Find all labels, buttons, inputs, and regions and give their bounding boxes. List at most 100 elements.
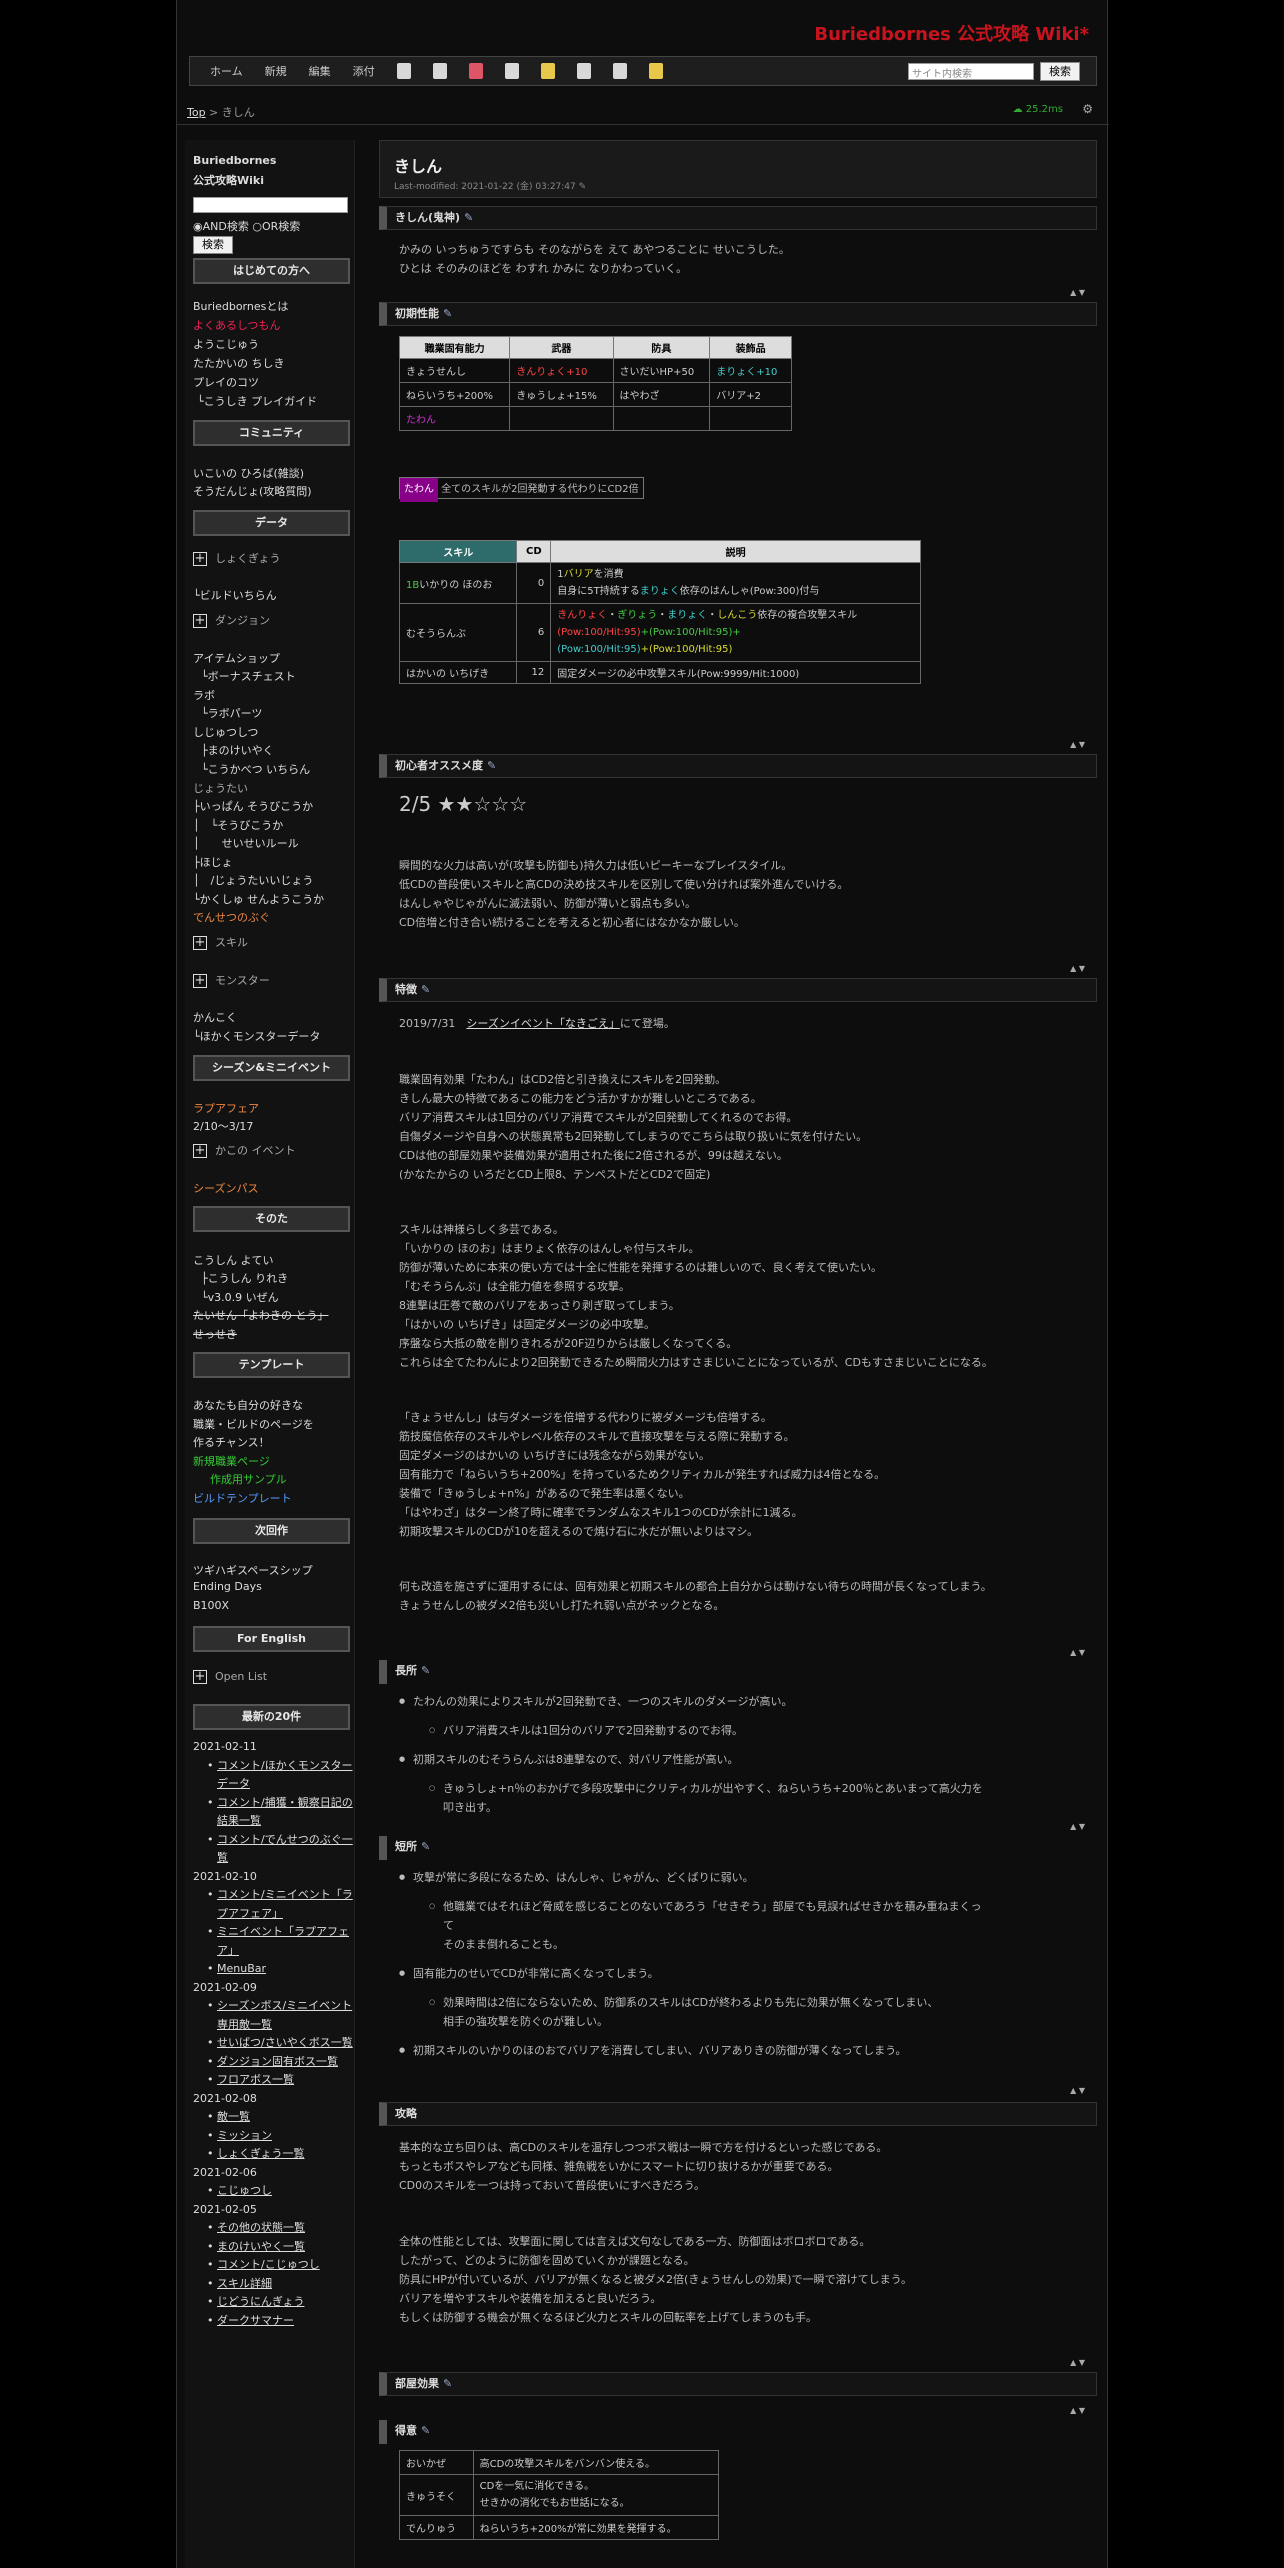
page-top-arrows[interactable]: ▲ ▼: [1070, 964, 1085, 973]
expand-monster[interactable]: + モンスター: [193, 972, 270, 988]
sidebar-link[interactable]: たいせん「よわきの とう」: [193, 1307, 329, 1323]
sidebar-link[interactable]: └v3.0.9 いぜん: [201, 1289, 279, 1305]
latest-item[interactable]: ダンジョン固有ボス一覧: [193, 2053, 353, 2072]
latest-item[interactable]: スキル詳細: [193, 2275, 353, 2294]
edit-icon[interactable]: ✎: [421, 1664, 430, 1677]
wiki-name-sub[interactable]: 公式攻略Wiki: [193, 172, 264, 188]
site-search-button[interactable]: 検索: [1040, 62, 1080, 81]
sidebar-link[interactable]: └ほかくモンスターデータ: [193, 1028, 320, 1044]
sidebar-link[interactable]: Buriedbornesとは: [193, 298, 288, 314]
sidebar-link[interactable]: 作成用サンプル: [199, 1471, 287, 1487]
and-radio[interactable]: ◉: [193, 220, 203, 233]
sidebar-link[interactable]: こうしん よてい: [193, 1252, 274, 1268]
sidebar-link[interactable]: そうだんじょ(攻略質問): [193, 483, 312, 499]
latest-item[interactable]: コメント/でんせつのぶぐ一覧: [193, 1831, 353, 1868]
sidebar-link[interactable]: ようこじゅう: [193, 336, 259, 352]
latest-item[interactable]: コメント/こじゅつし: [193, 2256, 353, 2275]
latest-item[interactable]: シーズンボス/ミニイベント専用敵一覧: [193, 1997, 353, 2034]
latest-item[interactable]: ミニイベント「ラプアフェア」: [193, 1923, 353, 1960]
sidebar-link[interactable]: しじゅつしつ: [193, 724, 258, 740]
sidebar-link[interactable]: ツギハギスペースシップ: [193, 1562, 313, 1578]
sidebar-link[interactable]: │ └そうびこうか: [193, 817, 283, 833]
sidebar-link[interactable]: ラボ: [193, 687, 215, 703]
plus-icon[interactable]: +: [193, 552, 207, 566]
nav-new[interactable]: 新規: [265, 63, 287, 79]
sidebar-link[interactable]: └ラボパーツ: [201, 705, 262, 721]
site-title[interactable]: Buriedbornes 公式攻略 Wiki*: [814, 20, 1089, 46]
breadcrumb-top[interactable]: Top: [187, 106, 206, 119]
sidebar-link[interactable]: ├ほじょ: [193, 854, 233, 870]
sidebar-link[interactable]: シーズンパス: [193, 1180, 258, 1196]
edit-icon[interactable]: ✎: [464, 211, 473, 224]
nav-edit[interactable]: 編集: [309, 63, 331, 79]
latest-item[interactable]: コメント/捕獲・観察日記の結果一覧: [193, 1794, 353, 1831]
expand-jobs[interactable]: + しょくぎょう: [193, 550, 280, 566]
sidebar-link[interactable]: アイテムショップ: [193, 650, 280, 666]
sidebar-link[interactable]: たたかいの ちしき: [193, 355, 285, 371]
latest-item[interactable]: ダークサマナー: [193, 2312, 353, 2331]
sidebar-link[interactable]: └かくしゅ せんようこうか: [193, 891, 324, 907]
nav-home[interactable]: ホーム: [210, 63, 243, 79]
sidebar-link[interactable]: Ending Days: [193, 1580, 262, 1593]
latest-item[interactable]: コメント/ミニイベント「ラプアフェア」: [193, 1886, 353, 1923]
help-icon[interactable]: [648, 63, 663, 79]
sidebar-link[interactable]: じょうたい: [193, 780, 248, 796]
sidebar-link[interactable]: │ /じょうたいいじょう: [193, 872, 313, 888]
page-top-arrows[interactable]: ▲ ▼: [1070, 2406, 1085, 2415]
sidebar-link[interactable]: ├こうしん りれき: [201, 1270, 288, 1286]
edit-icon[interactable]: ✎: [421, 1840, 430, 1853]
history-icon[interactable]: ✎: [579, 182, 587, 192]
sidebar-link[interactable]: よくあるしつもん: [193, 317, 280, 333]
backup-icon[interactable]: [504, 63, 519, 79]
page-top-arrows[interactable]: ▲ ▼: [1070, 288, 1085, 297]
page-top-arrows[interactable]: ▲ ▼: [1070, 740, 1085, 749]
search-page-icon[interactable]: [576, 63, 591, 79]
sidebar-link[interactable]: ビルドテンプレート: [193, 1490, 292, 1506]
gear-icon[interactable]: ⚙: [1082, 102, 1093, 116]
sidebar-link[interactable]: └ビルドいちらん: [193, 587, 277, 603]
sidebar-link[interactable]: 新規職業ページ: [193, 1453, 270, 1469]
expand-skill[interactable]: + スキル: [193, 934, 248, 950]
sidebar-link[interactable]: ラプアフェア: [193, 1100, 259, 1116]
edit-icon[interactable]: ✎: [421, 2424, 430, 2437]
nav-attach[interactable]: 添付: [353, 63, 375, 79]
edit-icon[interactable]: ✎: [487, 759, 496, 772]
edit-icon[interactable]: ✎: [443, 307, 452, 320]
latest-item[interactable]: じどうにんぎょう: [193, 2293, 353, 2312]
latest-item[interactable]: まのけいやく一覧: [193, 2238, 353, 2257]
sidebar-link[interactable]: └こうかべつ いちらん: [201, 761, 310, 777]
sidebar-search-input[interactable]: [193, 197, 348, 213]
latest-item[interactable]: 敵一覧: [193, 2108, 353, 2127]
sidebar-link[interactable]: B100X: [193, 1599, 229, 1612]
sidebar-link[interactable]: └ボーナスチェスト: [201, 668, 296, 684]
page-top-arrows[interactable]: ▲ ▼: [1070, 1822, 1085, 1831]
list-icon[interactable]: [540, 63, 555, 79]
expand-dungeon[interactable]: + ダンジョン: [193, 612, 270, 628]
latest-item[interactable]: フロアボス一覧: [193, 2071, 353, 2090]
expand-past-events[interactable]: + かこの イベント: [193, 1142, 296, 1158]
plus-icon[interactable]: +: [193, 614, 207, 628]
latest-item[interactable]: ミッション: [193, 2127, 353, 2146]
latest-item[interactable]: こじゅつし: [193, 2182, 353, 2201]
expand-english[interactable]: + Open List: [193, 1670, 267, 1684]
sidebar-link[interactable]: かんこく: [193, 1009, 237, 1025]
latest-item[interactable]: その他の状態一覧: [193, 2219, 353, 2238]
sidebar-link[interactable]: せっせき: [193, 1326, 237, 1342]
page-top-arrows[interactable]: ▲ ▼: [1070, 1648, 1085, 1657]
plus-icon[interactable]: +: [193, 1670, 207, 1684]
plus-icon[interactable]: +: [193, 974, 207, 988]
page-top-arrows[interactable]: ▲ ▼: [1070, 2358, 1085, 2367]
copy-icon[interactable]: [396, 63, 411, 79]
plus-icon[interactable]: +: [193, 936, 207, 950]
latest-item[interactable]: コメント/ほかくモンスターデータ: [193, 1757, 353, 1794]
plus-icon[interactable]: +: [193, 1144, 207, 1158]
sidebar-link[interactable]: でんせつのぶぐ: [193, 909, 270, 925]
page-top-arrows[interactable]: ▲ ▼: [1070, 2086, 1085, 2095]
diff-icon[interactable]: [468, 63, 483, 79]
or-radio[interactable]: ○: [252, 220, 262, 233]
edit-icon[interactable]: ✎: [421, 983, 430, 996]
sidebar-link[interactable]: └こうしき プレイガイド: [197, 393, 317, 409]
edit-icon[interactable]: ✎: [443, 2377, 452, 2390]
latest-item[interactable]: MenuBar: [193, 1960, 353, 1979]
sidebar-link[interactable]: ├いっぱん そうびこうか: [193, 798, 313, 814]
